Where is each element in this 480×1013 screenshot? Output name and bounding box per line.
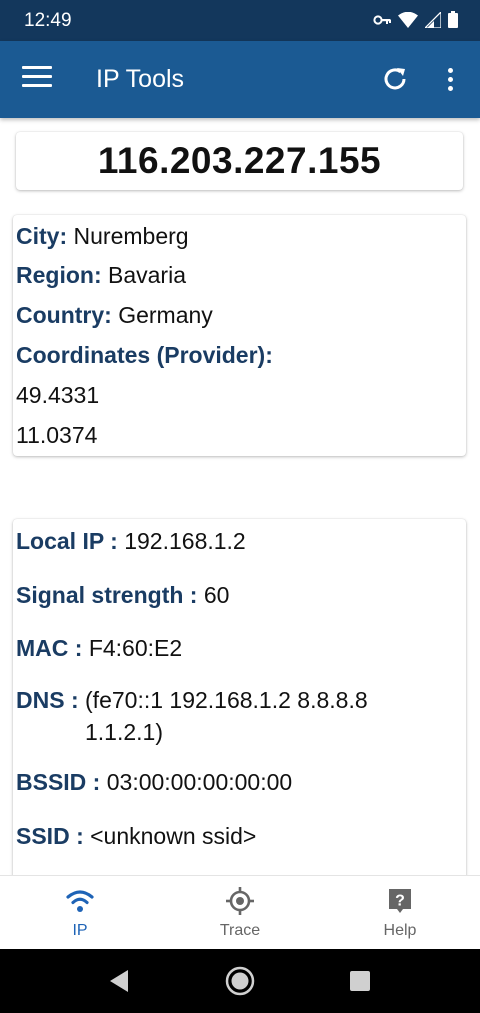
ssid-value: <unknown ssid> (90, 823, 257, 849)
status-bar: 12:49 (0, 0, 480, 41)
home-icon[interactable] (224, 965, 256, 997)
battery-icon (448, 11, 458, 28)
nav-item-help[interactable]: ? Help (340, 876, 460, 950)
app-bar: IP Tools (0, 41, 480, 118)
dns-label: DNS : (16, 687, 79, 713)
recents-icon[interactable] (350, 971, 370, 991)
nav-item-trace[interactable]: Trace (180, 876, 300, 950)
signal-label: Signal strength : (16, 582, 198, 608)
dns-value-line2: 1.1.2.1) (85, 719, 163, 745)
bssid-row: BSSID : 03:00:00:00:00:00 (16, 769, 292, 796)
bssid-value: 03:00:00:00:00:00 (106, 769, 293, 795)
city-row: City: Nuremberg (16, 223, 189, 250)
local-ip-value: 192.168.1.2 (124, 528, 246, 554)
coordinates-label: Coordinates (Provider): (16, 342, 273, 368)
more-vert-icon-dot (447, 77, 453, 82)
nav-label-ip: IP (72, 922, 88, 939)
dns-value-line1: (fe70::1 192.168.1.2 8.8.8.8 (85, 687, 368, 713)
more-vert-icon-dot (447, 68, 453, 73)
bottom-navigation: IP Trace ? Help (0, 875, 480, 949)
dns-row: DNS : (fe70::1 192.168.1.2 8.8.8.8 (16, 687, 368, 714)
nav-label-trace: Trace (219, 922, 261, 939)
public-ip-card: 116.203.227.155 (16, 132, 463, 190)
signal-value: 60 (203, 582, 230, 608)
region-row: Region: Bavaria (16, 262, 186, 289)
menu-button[interactable] (22, 66, 52, 92)
app-title: IP Tools (96, 65, 185, 93)
country-label: Country: (16, 302, 112, 328)
menu-icon-line (22, 66, 52, 69)
latitude-value: 49.4331 (16, 382, 100, 408)
country-row: Country: Germany (16, 302, 213, 329)
local-ip-row: Local IP : 192.168.1.2 (16, 528, 246, 555)
longitude-value: 11.0374 (16, 422, 98, 448)
help-icon: ? (389, 889, 411, 913)
menu-icon-line (22, 75, 52, 78)
local-ip-label: Local IP : (16, 528, 118, 554)
city-value: Nuremberg (73, 223, 189, 249)
public-ip-value[interactable]: 116.203.227.155 (16, 132, 463, 190)
back-icon[interactable] (108, 969, 130, 993)
system-navigation-bar (0, 949, 480, 1013)
svg-text:?: ? (395, 893, 405, 910)
menu-icon-line (22, 84, 52, 87)
refresh-button[interactable] (380, 64, 410, 94)
wifi-icon (66, 890, 94, 912)
ssid-label: SSID : (16, 823, 84, 849)
crosshair-icon (226, 887, 254, 915)
region-value: Bavaria (108, 262, 186, 288)
mac-label: MAC : (16, 635, 83, 661)
signal-row: Signal strength : 60 (16, 582, 229, 609)
refresh-icon (384, 68, 406, 90)
ssid-row: SSID : <unknown ssid> (16, 823, 256, 850)
network-card: Local IP : 192.168.1.2 Signal strength :… (13, 519, 466, 889)
nav-label-help: Help (383, 922, 417, 939)
bssid-label: BSSID : (16, 769, 101, 795)
vpn-key-icon (373, 14, 391, 25)
mac-value: F4:60:E2 (88, 635, 183, 661)
region-label: Region: (16, 262, 102, 288)
cellular-icon (425, 11, 441, 28)
mac-row: MAC : F4:60:E2 (16, 635, 182, 662)
nav-item-ip[interactable]: IP (20, 876, 140, 950)
country-value: Germany (118, 302, 213, 328)
more-vert-icon-dot (447, 86, 453, 91)
location-card: City: Nuremberg Region: Bavaria Country:… (13, 215, 466, 456)
wifi-icon (398, 11, 418, 28)
status-time: 12:49 (24, 10, 72, 31)
status-icons (373, 11, 458, 28)
city-label: City: (16, 223, 68, 249)
more-options-button[interactable] (440, 65, 460, 95)
